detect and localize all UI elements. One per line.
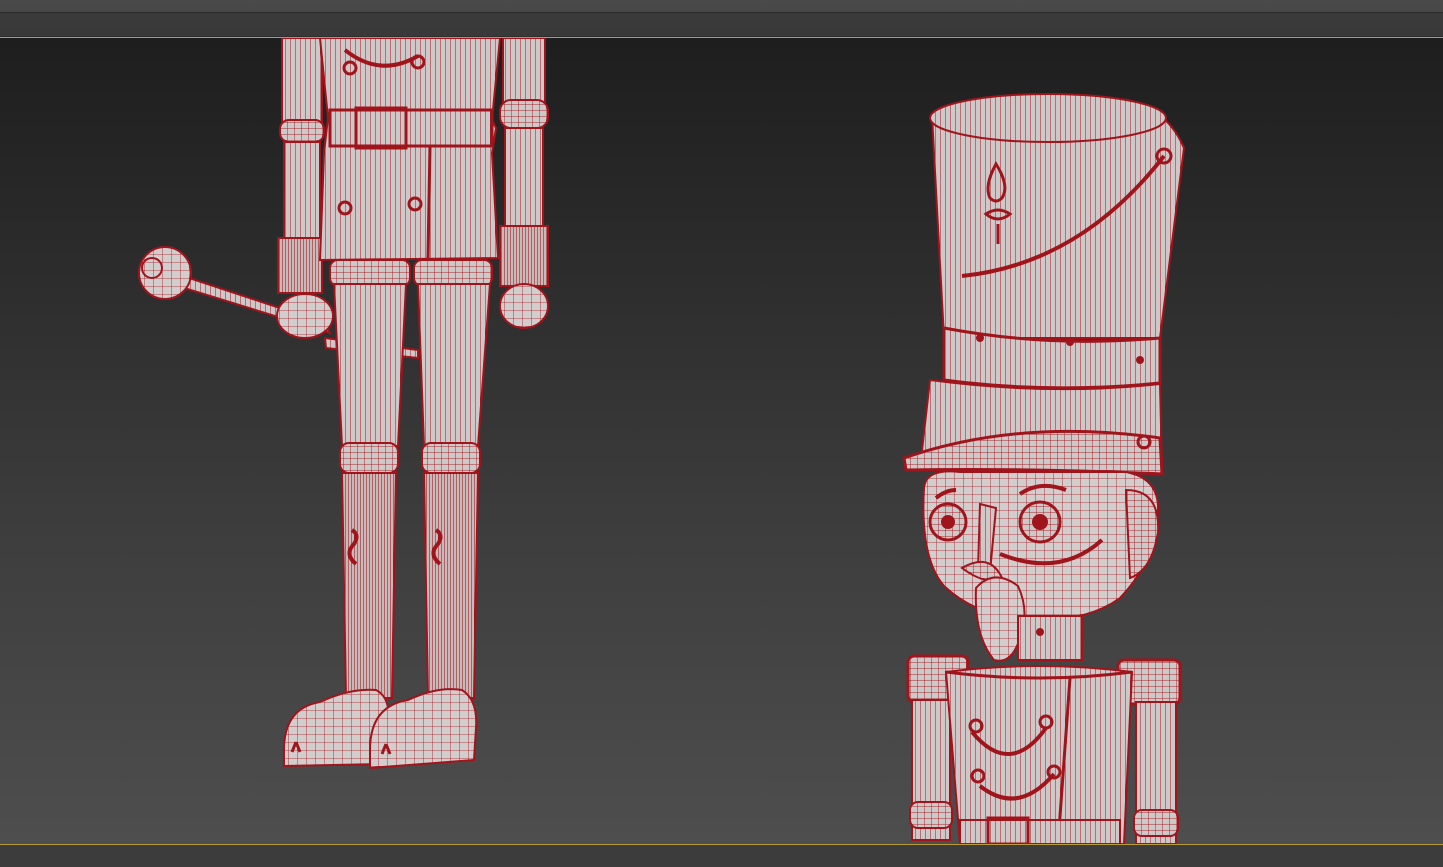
viewport-scene — [138, 38, 1186, 844]
status-bar-strip — [0, 845, 1443, 867]
viewport-toolbar-strip — [0, 0, 1443, 36]
perspective-viewport[interactable] — [0, 37, 1443, 845]
nutcracker-lower-body[interactable] — [138, 38, 549, 770]
toolbar-divider — [0, 12, 1443, 13]
3d-editor-window — [0, 0, 1443, 867]
nutcracker-head[interactable] — [902, 93, 1186, 844]
